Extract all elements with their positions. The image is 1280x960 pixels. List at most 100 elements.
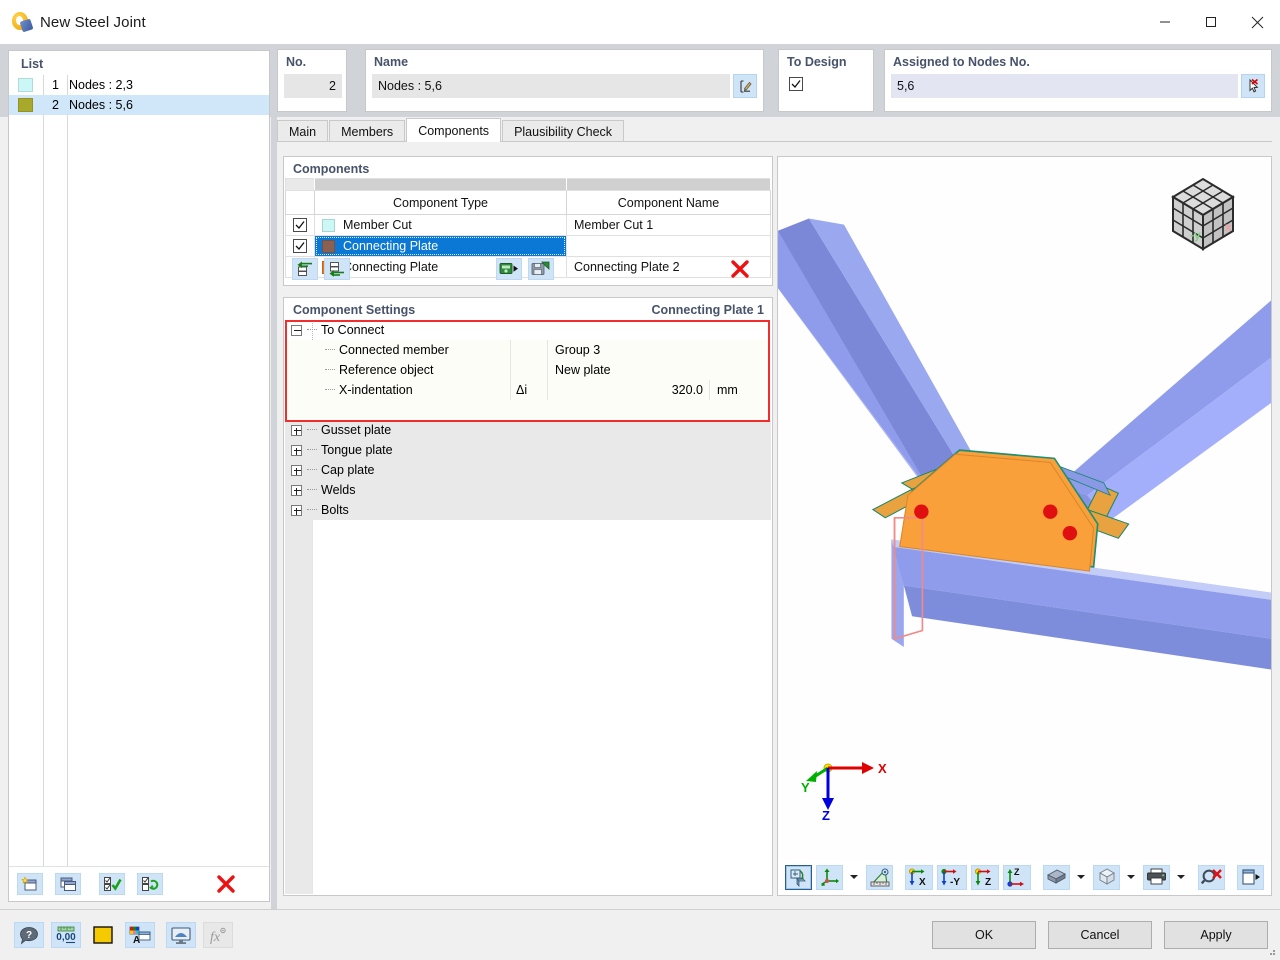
ruler-protractor-icon[interactable] (866, 864, 893, 890)
property-row[interactable]: Connected member Group 3 (285, 340, 771, 360)
list-item[interactable]: 2 Nodes : 5,6 (9, 95, 269, 115)
property-group-label: To Connect (321, 323, 385, 337)
close-icon[interactable] (1234, 0, 1280, 44)
list-item-label: Nodes : 2,3 (69, 78, 133, 92)
property-group-to-connect[interactable]: To Connect (285, 320, 771, 340)
list-item-color-swatch (18, 78, 33, 92)
property-group-welds[interactable]: Welds (285, 480, 771, 500)
tab-plausibility-check[interactable]: Plausibility Check (502, 120, 625, 142)
wireframe-cube-icon[interactable] (1093, 864, 1120, 890)
row-checkbox[interactable] (293, 239, 307, 253)
tab-components[interactable]: Components (406, 118, 502, 142)
printer-icon[interactable] (1143, 864, 1170, 890)
tab-main[interactable]: Main (277, 120, 329, 142)
ok-button[interactable]: OK (932, 921, 1036, 949)
components-table-band (285, 178, 771, 191)
chevron-down-icon[interactable] (850, 875, 858, 879)
red-x-icon[interactable] (213, 873, 239, 895)
apply-button[interactable]: Apply (1164, 921, 1268, 949)
color-palette-window-icon[interactable]: A (125, 922, 155, 948)
units-000-icon[interactable]: 0,00 (51, 922, 81, 948)
chevron-down-icon[interactable] (1177, 875, 1185, 879)
row-name-cell[interactable]: Member Cut 1 (566, 214, 771, 236)
components-table-header: Component Type Component Name (285, 190, 771, 215)
view-minus-y-icon[interactable]: -Y (937, 864, 967, 890)
view-z-icon[interactable]: Z (971, 864, 999, 890)
chevron-down-icon[interactable] (1127, 875, 1135, 879)
components-toolbar (285, 254, 771, 284)
component-type-label: Connecting Plate (343, 239, 439, 253)
property-group-bolts[interactable]: Bolts (285, 500, 771, 520)
minimize-icon[interactable] (1142, 0, 1188, 44)
red-x-icon[interactable] (727, 258, 753, 280)
components-panel-title: Components (284, 157, 772, 180)
list-item[interactable]: 1 Nodes : 2,3 (9, 75, 269, 95)
help-bubble-icon[interactable]: ? (14, 922, 44, 948)
window-controls (1142, 0, 1280, 44)
property-grid[interactable]: To Connect Connected member Group 3 Refe… (285, 320, 771, 894)
property-group-cap-plate[interactable]: Cap plate (285, 460, 771, 480)
row-checkbox[interactable] (293, 218, 307, 232)
joint-list[interactable]: 1 Nodes : 2,3 2 Nodes : 5,6 (9, 75, 269, 866)
invert-check-icon[interactable] (137, 873, 163, 895)
property-row[interactable]: Reference object New plate (285, 360, 771, 380)
to-design-checkbox[interactable] (789, 77, 803, 91)
maximize-icon[interactable] (1188, 0, 1234, 44)
3d-viewport[interactable]: -y x X Y Z X -Y Z Z (777, 156, 1272, 896)
yellow-color-icon[interactable] (88, 922, 118, 948)
svg-text:0,00: 0,00 (56, 932, 76, 943)
resize-grip[interactable] (1265, 945, 1277, 957)
property-value[interactable]: Group 3 (548, 340, 771, 360)
row-checkbox-cell[interactable] (285, 214, 315, 236)
chevron-down-icon[interactable] (1077, 875, 1085, 879)
footer-tools: ? 0,00 A fx (14, 922, 233, 948)
property-group-tongue-plate[interactable]: Tongue plate (285, 440, 771, 460)
detach-window-icon[interactable] (1237, 864, 1264, 890)
expand-toggle[interactable] (285, 420, 307, 440)
property-row[interactable]: X-indentation Δi 320.0 mm (285, 380, 771, 400)
component-name-label: Member Cut 1 (574, 218, 654, 232)
expand-toggle[interactable] (285, 460, 307, 480)
copy-window-icon[interactable] (55, 873, 81, 895)
joint-list-panel: List 1 Nodes : 2,3 2 Nodes : 5,6 (8, 50, 270, 902)
new-window-icon[interactable] (17, 873, 43, 895)
axis-system-icon[interactable] (816, 864, 843, 890)
cancel-button[interactable]: Cancel (1048, 921, 1152, 949)
row-type-cell[interactable]: Member Cut (314, 214, 567, 236)
property-label-cell: X-indentation (285, 380, 510, 400)
steel-joint-icon (10, 11, 34, 33)
window-title: New Steel Joint (40, 13, 146, 31)
collapse-toggle[interactable] (285, 320, 307, 340)
no-value[interactable]: 2 (284, 74, 342, 98)
solid-render-icon[interactable] (1043, 864, 1070, 890)
pencil-edit-icon[interactable] (733, 74, 757, 98)
insert-arrow-icon[interactable] (324, 258, 350, 280)
save-green-icon[interactable] (528, 258, 554, 280)
component-settings-title-text: Component Settings (293, 303, 416, 317)
load-green-icon[interactable] (496, 258, 522, 280)
import-arrow-icon[interactable] (292, 258, 318, 280)
expand-toggle[interactable] (285, 440, 307, 460)
view-x-icon[interactable]: X (905, 864, 933, 890)
pick-cursor-icon[interactable] (1241, 74, 1265, 98)
expand-toggle[interactable] (285, 480, 307, 500)
list-item-label: Nodes : 5,6 (69, 98, 133, 112)
view-iso-z-icon[interactable]: Z (1003, 864, 1031, 890)
rotate-view-icon[interactable] (785, 864, 812, 890)
components-tab-pane: Components Component Type Component Name (277, 141, 1272, 902)
monitor-icon[interactable] (166, 922, 196, 948)
property-group-gusset-plate[interactable]: Gusset plate (285, 420, 771, 440)
tab-members[interactable]: Members (329, 120, 406, 142)
svg-text:Z: Z (985, 877, 991, 887)
property-value[interactable]: New plate (548, 360, 771, 380)
assigned-nodes-value[interactable]: 5,6 (891, 74, 1238, 98)
no-label: No. (286, 55, 307, 69)
view-cube-icon[interactable]: -y x (1157, 169, 1249, 261)
expand-toggle[interactable] (285, 500, 307, 520)
property-value[interactable]: 320.0 (548, 380, 710, 400)
zoom-cancel-icon[interactable] (1198, 864, 1225, 890)
name-value[interactable]: Nodes : 5,6 (372, 74, 730, 98)
check-all-icon[interactable] (99, 873, 125, 895)
property-group-label: Tongue plate (321, 443, 393, 457)
table-row[interactable]: Member Cut Member Cut 1 (285, 214, 771, 236)
